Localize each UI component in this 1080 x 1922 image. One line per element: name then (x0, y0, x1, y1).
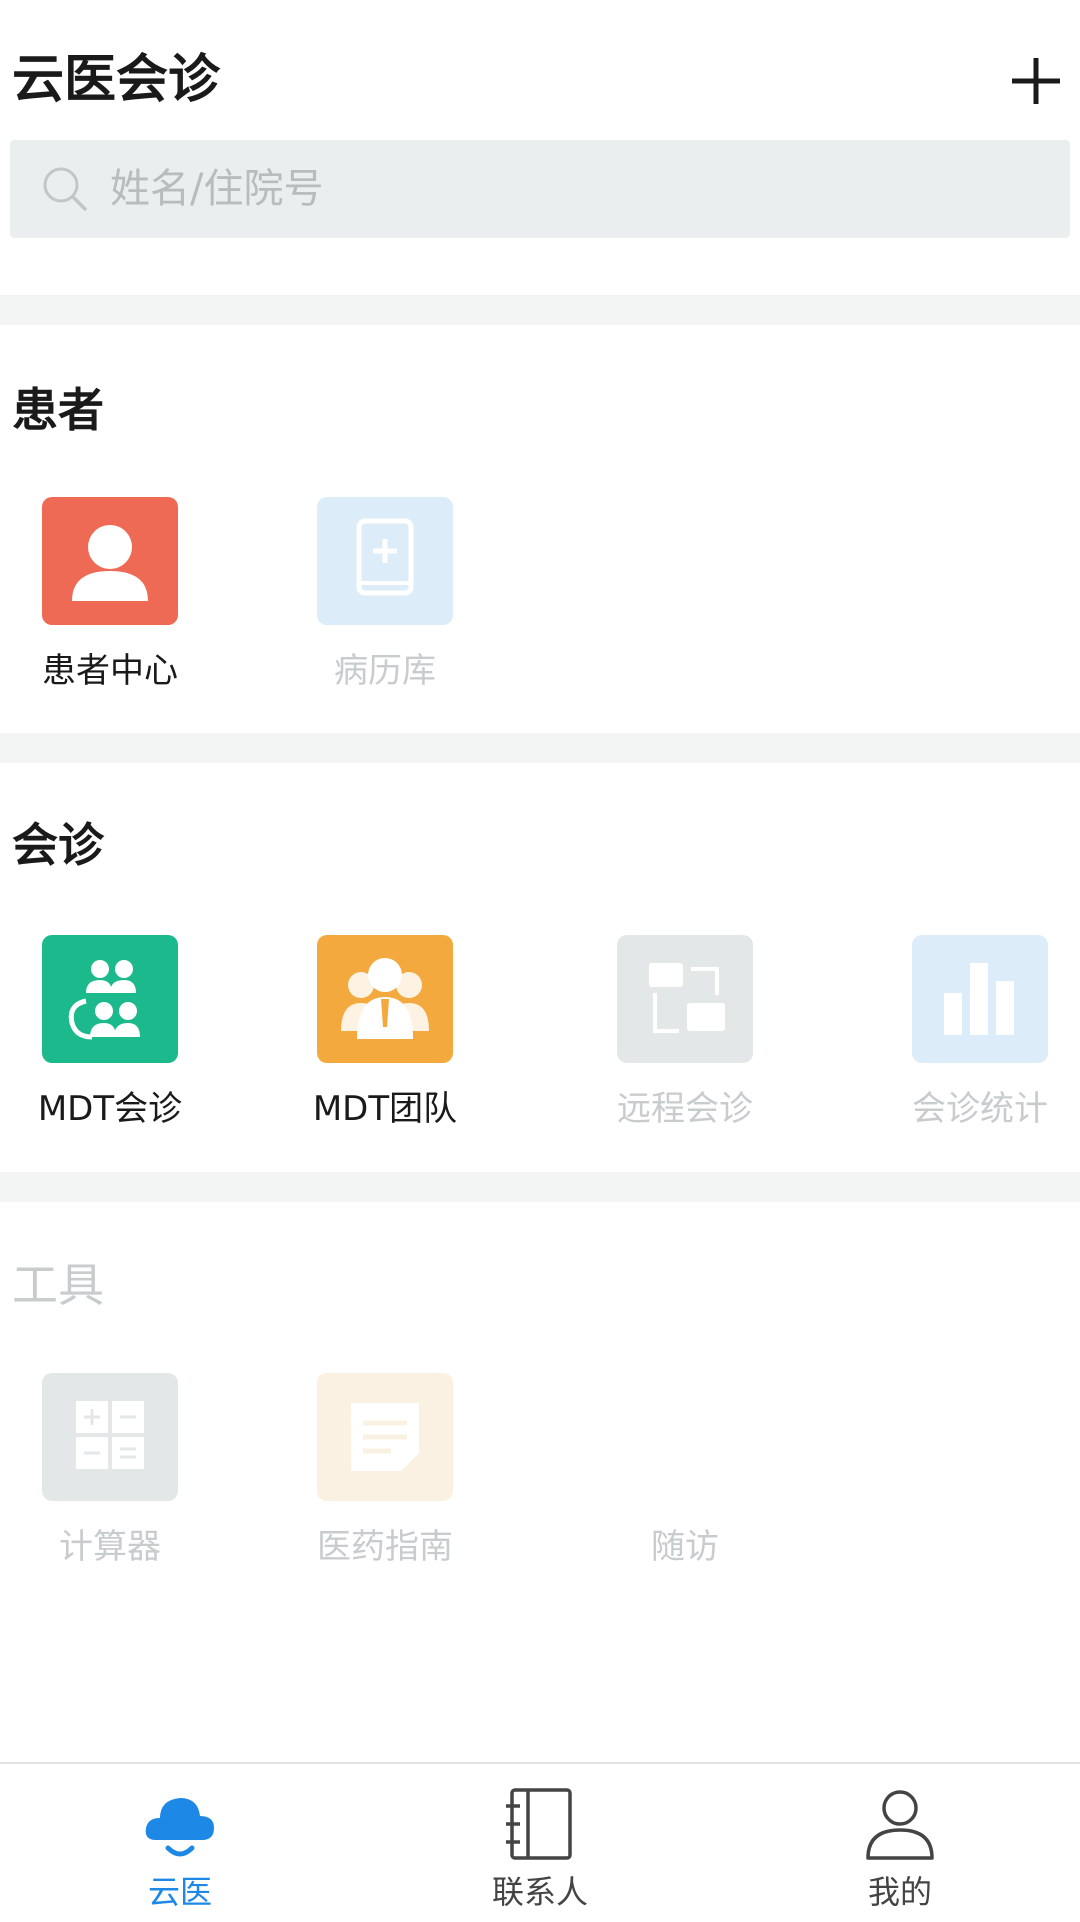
note-icon (317, 1373, 453, 1501)
add-button[interactable] (1006, 46, 1066, 114)
section-divider (0, 1172, 1080, 1202)
tile-label: MDT会诊 (37, 1089, 183, 1129)
bottom-tab-bar: 云医 联系人 我的 (0, 1762, 1080, 1922)
contacts-book-icon (506, 1788, 572, 1860)
section-title-patients: 患者 (12, 383, 104, 437)
tab-cloud-doctor[interactable]: 云医 (0, 1764, 360, 1922)
app-header: 云医会诊 (0, 0, 1080, 160)
tab-label: 云医 (147, 1873, 212, 1911)
tile-calculator: 计算器 (0, 1373, 220, 1593)
tile-remote-consultation: 远程会诊 (575, 935, 795, 1155)
tile-label: 计算器 (59, 1527, 161, 1567)
bar-chart-icon (912, 935, 1048, 1063)
cloud-icon (145, 1798, 214, 1857)
tab-profile[interactable]: 我的 (720, 1764, 1080, 1922)
search-bar[interactable] (10, 140, 1070, 238)
tile-label: MDT团队 (312, 1089, 458, 1129)
group-consult-icon (42, 935, 178, 1063)
calculator-icon (42, 1373, 178, 1501)
tile-label: 医药指南 (317, 1527, 453, 1567)
tile-medical-records: 病历库 (275, 497, 495, 717)
tile-mdt-team[interactable]: MDT团队 (275, 935, 495, 1155)
tab-label: 联系人 (491, 1873, 588, 1911)
section-divider (0, 733, 1080, 763)
tile-consultation-stats: 会诊统计 (870, 935, 1080, 1155)
remote-screens-icon (617, 935, 753, 1063)
tile-mdt-consultation[interactable]: MDT会诊 (0, 935, 220, 1155)
tile-label: 随访 (651, 1527, 719, 1567)
medical-book-icon (317, 497, 453, 625)
team-icon (317, 935, 453, 1063)
search-icon (43, 167, 87, 211)
page-title: 云医会诊 (12, 50, 221, 110)
search-input[interactable] (110, 140, 1050, 238)
tile-follow-up: 随访 (575, 1373, 795, 1593)
tile-medicine-guide: 医药指南 (275, 1373, 495, 1593)
tile-patient-center[interactable]: 患者中心 (0, 497, 220, 717)
section-divider (0, 295, 1080, 325)
tile-label: 远程会诊 (617, 1089, 753, 1129)
tile-label: 病历库 (334, 651, 436, 691)
tile-label: 会诊统计 (912, 1089, 1048, 1129)
tab-label: 我的 (867, 1873, 932, 1911)
plus-icon[interactable] (1006, 46, 1066, 114)
profile-icon (866, 1790, 934, 1860)
person-icon (42, 497, 178, 625)
tile-label: 患者中心 (42, 651, 178, 691)
section-title-tools: 工具 (12, 1258, 104, 1312)
tab-contacts[interactable]: 联系人 (360, 1764, 720, 1922)
section-title-consultation: 会诊 (12, 818, 104, 872)
